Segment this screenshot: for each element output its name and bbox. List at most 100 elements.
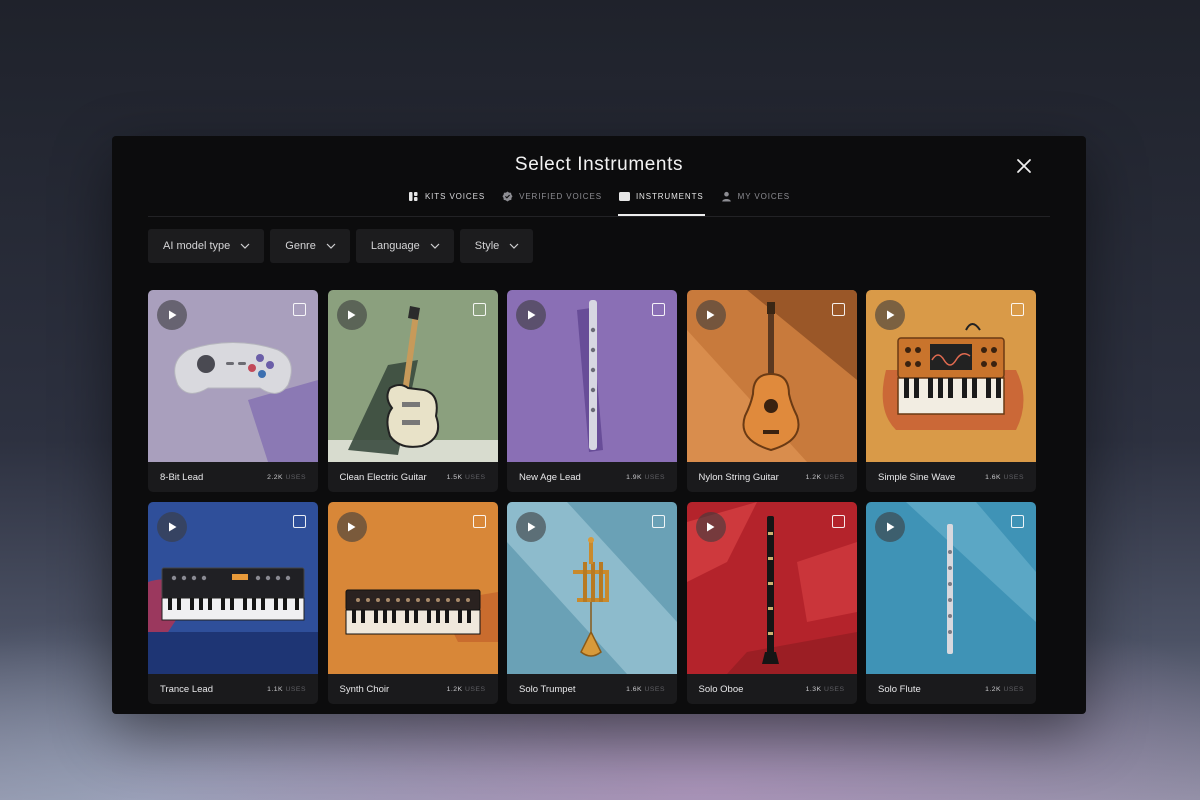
card-footer: New Age Lead 1.9K USES — [519, 462, 665, 492]
play-preview-button[interactable] — [516, 300, 546, 330]
instrument-thumbnail — [686, 290, 857, 462]
uses-count: 1.2K USES — [806, 474, 845, 481]
tab-my-voices[interactable]: MY VOICES — [720, 191, 791, 216]
filter-label: AI model type — [163, 240, 231, 252]
uses-label: USES — [823, 685, 845, 693]
instrument-card-solo-oboe[interactable]: Solo Oboe 1.3K USES — [686, 502, 857, 704]
uses-count: 1.6K USES — [985, 474, 1024, 481]
uses-count: 1.1K USES — [267, 686, 306, 693]
tab-instruments[interactable]: INSTRUMENTS — [617, 192, 705, 216]
instrument-name: Synth Choir — [339, 683, 390, 695]
genre-dropdown[interactable]: Genre — [270, 229, 350, 263]
tab-label: KITS VOICES — [424, 192, 486, 201]
tab-kits-voices[interactable]: KITS VOICES — [407, 192, 486, 216]
instrument-thumbnail — [327, 290, 498, 462]
play-preview-button[interactable] — [875, 300, 905, 330]
instrument-name: Simple Sine Wave — [878, 471, 956, 483]
select-checkbox[interactable] — [831, 515, 845, 528]
select-checkbox[interactable] — [1011, 303, 1024, 316]
instrument-name: New Age Lead — [519, 471, 581, 483]
instrument-name: Solo Flute — [878, 683, 921, 695]
instrument-card-new-age-lead[interactable]: New Age Lead 1.9K USES — [507, 290, 677, 492]
select-checkbox[interactable] — [472, 515, 486, 528]
play-icon — [886, 310, 894, 320]
select-checkbox[interactable] — [652, 515, 665, 528]
card-footer: Solo Oboe 1.3K USES — [699, 674, 845, 704]
instrument-name: Solo Trumpet — [519, 683, 576, 695]
uses-label: USES — [285, 473, 306, 481]
uses-label: USES — [644, 473, 665, 481]
instrument-card-clean-electric-guitar[interactable]: Clean Electric Guitar 1.5K USES — [327, 290, 498, 492]
select-checkbox[interactable] — [472, 303, 486, 316]
tab-verified-voices[interactable]: VERIFIED VOICES — [501, 191, 603, 216]
uses-count: 1.3K USES — [806, 686, 845, 693]
instrument-thumbnail — [148, 502, 318, 674]
card-footer: Nylon String Guitar 1.2K USES — [699, 462, 845, 492]
play-preview-button[interactable] — [157, 512, 187, 542]
play-preview-button[interactable] — [336, 300, 367, 330]
instrument-name: Clean Electric Guitar — [339, 471, 427, 483]
modal-title: Select Instruments — [514, 154, 684, 175]
play-icon — [348, 522, 356, 532]
ai-model-type-dropdown[interactable]: AI model type — [148, 229, 265, 263]
uses-count: 1.2K USES — [985, 686, 1024, 693]
play-icon — [527, 310, 535, 320]
select-checkbox[interactable] — [293, 515, 306, 528]
uses-count: 1.6K USES — [626, 686, 665, 693]
uses-value: 1.2K — [446, 685, 463, 693]
select-checkbox[interactable] — [831, 303, 845, 316]
instrument-thumbnail — [327, 502, 498, 674]
instrument-name: Nylon String Guitar — [698, 471, 779, 483]
chevron-down-icon — [509, 243, 519, 249]
card-footer: 8-Bit Lead 2.2K USES — [160, 462, 306, 492]
instrument-thumbnail — [866, 502, 1036, 674]
select-checkbox[interactable] — [652, 303, 665, 316]
instrument-grid: 8-Bit Lead 2.2K USES Clean Electric Guit… — [148, 290, 1036, 704]
uses-label: USES — [823, 473, 845, 481]
user-icon — [721, 191, 731, 202]
uses-value: 1.3K — [805, 685, 822, 693]
play-preview-button[interactable] — [336, 512, 367, 542]
select-checkbox[interactable] — [293, 303, 306, 316]
uses-value: 1.5K — [446, 473, 463, 481]
instrument-card-solo-trumpet[interactable]: Solo Trumpet 1.6K USES — [507, 502, 677, 704]
instrument-thumbnail — [866, 290, 1036, 462]
uses-count: 1.5K USES — [447, 474, 486, 481]
instrument-name: Trance Lead — [160, 683, 213, 695]
play-preview-button[interactable] — [157, 300, 187, 330]
play-icon — [707, 310, 715, 320]
card-footer: Clean Electric Guitar 1.5K USES — [340, 462, 486, 492]
select-checkbox[interactable] — [1011, 515, 1024, 528]
piano-keys-icon — [618, 192, 630, 201]
instrument-card-nylon-string-guitar[interactable]: Nylon String Guitar 1.2K USES — [686, 290, 857, 492]
uses-label: USES — [464, 473, 486, 481]
verified-badge-icon — [502, 191, 513, 202]
instrument-thumbnail — [507, 290, 677, 462]
close-button[interactable] — [1014, 156, 1034, 176]
instrument-card-8-bit-lead[interactable]: 8-Bit Lead 2.2K USES — [148, 290, 318, 492]
tab-label: MY VOICES — [737, 192, 791, 201]
instrument-name: Solo Oboe — [698, 683, 744, 695]
instrument-card-simple-sine-wave[interactable]: Simple Sine Wave 1.6K USES — [866, 290, 1036, 492]
play-preview-button[interactable] — [695, 512, 726, 542]
play-preview-button[interactable] — [875, 512, 905, 542]
style-dropdown[interactable]: Style — [459, 229, 534, 263]
chevron-down-icon — [326, 243, 336, 249]
language-dropdown[interactable]: Language — [355, 229, 454, 263]
kits-icon — [408, 192, 418, 201]
instrument-card-synth-choir[interactable]: Synth Choir 1.2K USES — [327, 502, 498, 704]
chevron-down-icon — [430, 243, 440, 249]
uses-label: USES — [1003, 685, 1024, 693]
instrument-card-trance-lead[interactable]: Trance Lead 1.1K USES — [148, 502, 318, 704]
play-preview-button[interactable] — [516, 512, 546, 542]
play-icon — [886, 522, 894, 532]
card-footer: Solo Trumpet 1.6K USES — [519, 674, 665, 704]
play-icon — [168, 522, 176, 532]
uses-count: 1.9K USES — [626, 474, 665, 481]
play-icon — [348, 310, 356, 320]
uses-count: 2.2K USES — [267, 474, 306, 481]
play-preview-button[interactable] — [695, 300, 726, 330]
instrument-thumbnail — [507, 502, 677, 674]
uses-value: 1.6K — [626, 685, 643, 693]
instrument-card-solo-flute[interactable]: Solo Flute 1.2K USES — [866, 502, 1036, 704]
